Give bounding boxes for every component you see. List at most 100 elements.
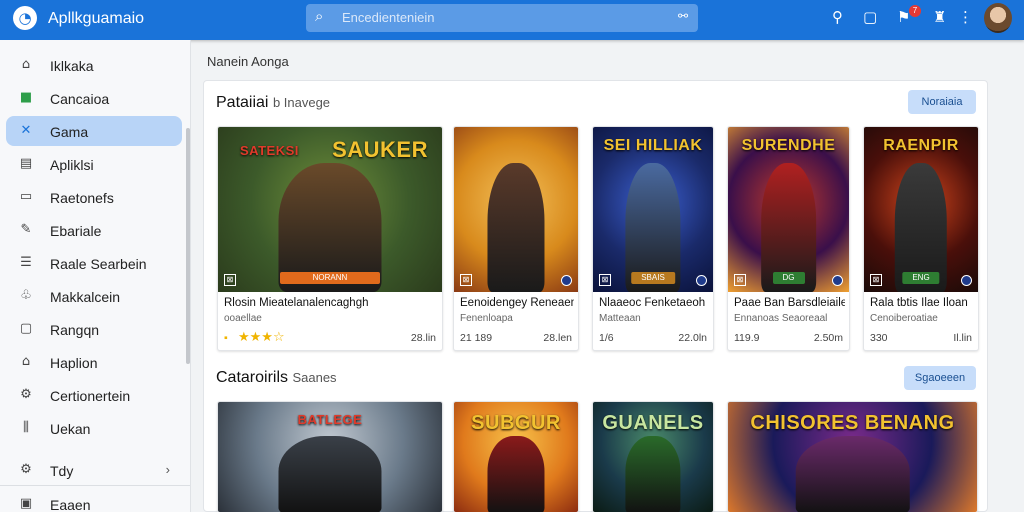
category-card[interactable]: BATLEGE [217,401,443,512]
section-title-2: Cataroirils Saanes [216,369,337,387]
game-card[interactable]: ⊠ Eenoidengey Reneaen Fenenloapa 21 189 28.l… [453,126,579,351]
category-logo-text: SUBGUR [471,412,561,434]
sidebar-item-5[interactable]: ✎ Ebariale [6,215,182,245]
folder-icon: ▭ [19,189,33,204]
see-all-button[interactable]: Sgaoeeen [904,366,976,390]
sidebar-item-0[interactable]: ⌂ Iklkaka [6,50,182,80]
link-icon[interactable]: ⚲ [832,8,843,26]
sidebar-item-label: Haplion [50,355,98,371]
sidebar-item-label: Raetonefs [50,190,114,206]
sidebar-item-10[interactable]: ⚙ Certionertein [6,380,182,410]
avatar[interactable] [984,3,1012,33]
sidebar-item-7[interactable]: ♧ Makkalcein [6,281,182,311]
sidebar-item-label: Certionertein [50,388,131,404]
library-icon: ⫼ [23,420,29,435]
sidebar-item-label: Raale Searbein [50,256,147,272]
category-card[interactable]: GUANELS [592,401,714,512]
sidebar-item-6[interactable]: ☰ Raale Searbein [6,248,182,278]
profile-figure-icon[interactable]: ♜ [933,8,946,26]
game-cover-art: RAENPIR ENG ⊠ [864,127,978,292]
see-more-button[interactable]: Noraiaia [908,90,976,114]
game-card[interactable]: SEI HILLIAK SBAIS ⊠ Nlaaeoc Fenketaeoh Matte… [592,126,714,351]
hero-figure [487,435,545,512]
category-card[interactable]: CHISORES BENANG [727,401,978,512]
platform-icon: ⊠ [460,274,472,286]
sidebar-item-1[interactable]: ■ Cancaioa [6,83,182,113]
hero-figure [278,435,382,512]
platform-icon: ⊠ [224,274,236,286]
game-tag-ribbon: DG [772,272,805,284]
sidebar-item-label: Rangqn [50,322,100,338]
sidebar-item-11[interactable]: ⫼ Uekan [6,413,182,443]
category-cover-art: GUANELS [593,402,713,512]
category-cover-art: SUBGUR [454,402,578,512]
game-logo-text: SEI HILLIAK [603,137,703,154]
account-icon: ▣ [19,496,33,511]
sidebar-scrollbar[interactable] [186,128,190,364]
sidebar-item-2[interactable]: ✕ Gama [6,116,182,146]
publisher-badge-icon [696,275,707,286]
platform-icon: ⊠ [599,274,611,286]
game-downloads: 330 [870,332,888,344]
game-size: Il.lin [953,332,972,344]
game-size: 28.len [543,332,572,344]
publisher-badge-icon [832,275,843,286]
game-card[interactable]: RAENPIR ENG ⊠ Rala tbtis Ilae Iloan Cenoiber… [863,126,979,351]
search-input[interactable]: Encedienteniein [342,10,435,25]
game-developer: ooaellae [224,313,262,324]
star-rating: ★★★☆ [238,330,285,345]
game-card[interactable]: SURENDHE DG ⊠ Paae Ban Barsdleiailer Ennanoa… [727,126,850,351]
store-icon: ■ [19,90,33,105]
tag-icon: ▢ [19,321,33,336]
sidebar-item-tdy[interactable]: ⚙ Tdy › [6,455,182,485]
sidebar-item-eaaen[interactable]: ▣ Eaaen [6,489,182,512]
category-logo-text: GUANELS [602,412,704,434]
sidebar-item-8[interactable]: ▢ Rangqn [6,314,182,344]
sidebar-item-label: Gama [50,124,89,140]
game-logo-text: SURENDHE [741,137,836,154]
sidebar-item-label: Ebariale [50,223,102,239]
sidebar-item-label: Iklkaka [50,58,94,74]
app-logo-icon[interactable]: ◔ [13,6,37,30]
category-logo-text: CHISORES BENANG [750,412,955,434]
sidebar-item-9[interactable]: ⌂ Haplion [6,347,182,377]
game-developer: Fenenloapa [460,313,513,324]
rating-icon: ▪ [224,332,228,344]
more-vert-icon[interactable]: ⋮ [958,8,973,26]
game-downloads: 1/6 [599,332,614,344]
sidebar-item-4[interactable]: ▭ Raetonefs [6,182,182,212]
list-icon: ☰ [20,255,32,270]
game-size: 28.lin [410,332,436,344]
tablet-icon[interactable]: ▢ [863,8,877,26]
voice-search-icon[interactable]: ⚯ [678,9,688,23]
notification-badge: 7 [909,5,921,17]
game-cover-art: ⊠ [454,127,578,292]
game-downloads: 119.9 [734,332,760,344]
sidebar-item-label: Uekan [50,421,91,437]
section-heading: Cataroirils [216,369,289,386]
platform-icon: ⊠ [734,274,746,286]
game-cover-art: SEI HILLIAK SBAIS ⊠ [593,127,713,292]
section-subtitle: b Inavege [272,95,331,110]
hero-figure [487,163,545,292]
game-title: Eenoidengey Reneaen [460,297,574,309]
game-size: 2.50m [813,332,843,344]
game-developer: Ennanoas Seaoreaal [734,313,828,324]
house-icon: ⌂ [21,354,31,369]
section-heading: Pataiiai [216,94,269,111]
edit-icon: ✎ [20,222,32,237]
content-panel: Pataiiai b Inavege Noraiaia SAUKER SATEKS… [203,80,988,512]
search-bar[interactable]: ⌕ Encedienteniein ⚯ [306,4,698,32]
home-icon: ⌂ [21,57,31,72]
hero-figure [625,435,681,512]
game-card[interactable]: SAUKER SATEKSI NORANN ⊠ Rlosin Mieatelanalen… [217,126,443,351]
platform-icon: ⊠ [870,274,882,286]
sidebar-item-label: Cancaioa [50,91,110,107]
top-app-bar: ◔ Apllkguamaio ⌕ Encedienteniein ⚯ ⚲ ▢ ⚑… [0,0,1024,40]
game-logo-text-secondary: SATEKSI [240,143,299,158]
category-card[interactable]: SUBGUR [453,401,579,512]
section-subtitle: Saanes [292,370,337,385]
hero-figure [795,435,910,512]
sidebar-item-3[interactable]: ▤ Apliklsi [6,149,182,179]
publisher-badge-icon [561,275,572,286]
